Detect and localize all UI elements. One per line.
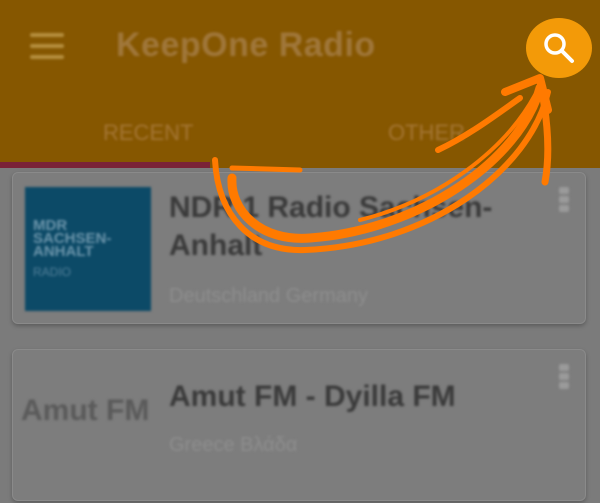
arrow-curve (227, 83, 545, 243)
arrow-stroke (229, 165, 303, 173)
tutorial-arrow-overlay (212, 74, 552, 254)
arrow-curve (358, 93, 537, 222)
